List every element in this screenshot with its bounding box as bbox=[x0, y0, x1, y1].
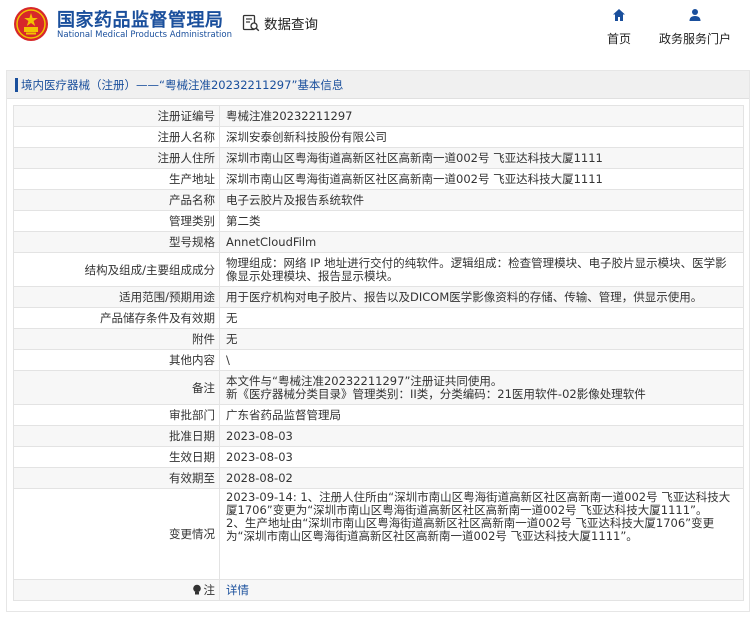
table-row: 结构及组成/主要组成成分 物理组成：网络 IP 地址进行交付的纯软件。逻辑组成：… bbox=[14, 253, 744, 287]
row-label: 批准日期 bbox=[14, 426, 220, 446]
detail-panel: 境内医疗器械（注册）——“粤械注准20232211297”基本信息 注册证编号 … bbox=[6, 70, 750, 612]
row-value: 电子云胶片及报告系统软件 bbox=[220, 190, 744, 210]
user-icon bbox=[689, 9, 701, 21]
row-label: 注册证编号 bbox=[14, 106, 220, 126]
row-label: 型号规格 bbox=[14, 232, 220, 252]
row-value: 深圳市南山区粤海街道高新区社区高新南一道002号 飞亚达科技大厦1111 bbox=[220, 169, 744, 189]
row-label: 有效期至 bbox=[14, 468, 220, 488]
row-value: AnnetCloudFilm bbox=[220, 232, 744, 252]
data-query-label: 数据查询 bbox=[264, 17, 318, 33]
row-value: 详情 bbox=[220, 580, 744, 600]
note-label: 注 bbox=[203, 583, 216, 597]
row-value: 无 bbox=[220, 308, 744, 328]
row-label: 变更情况 bbox=[14, 489, 220, 579]
change-line: 2023-09-14: 1、注册人住所由“深圳市南山区粤海街道高新区社区高新南一… bbox=[226, 490, 731, 517]
row-value: 物理组成：网络 IP 地址进行交付的纯软件。逻辑组成：检查管理模块、电子胶片显示… bbox=[220, 253, 744, 286]
row-value: 深圳安泰创新科技股份有限公司 bbox=[220, 127, 744, 147]
table-row: 生效日期 2023-08-03 bbox=[14, 447, 744, 468]
table-row: 审批部门 广东省药品监督管理局 bbox=[14, 405, 744, 426]
nav-home-label: 首页 bbox=[606, 32, 631, 46]
row-value: 2023-08-03 bbox=[220, 447, 744, 467]
remark-line: 新《医疗器械分类目录》管理类别：II类，分类编码：21医用软件-02影像处理软件 bbox=[226, 386, 646, 401]
site-title-en: National Medical Products Administration bbox=[57, 30, 232, 40]
national-emblem-icon bbox=[14, 7, 48, 41]
table-row: 备注 本文件与“粤械注准20232211297”注册证共同使用。 新《医疗器械分… bbox=[14, 371, 744, 405]
row-value: 2023-09-14: 1、注册人住所由“深圳市南山区粤海街道高新区社区高新南一… bbox=[220, 489, 744, 579]
table-row: 有效期至 2028-08-02 bbox=[14, 468, 744, 489]
table-row: 注册人名称 深圳安泰创新科技股份有限公司 bbox=[14, 127, 744, 148]
nav-home[interactable]: 首页 bbox=[601, 8, 637, 47]
row-value: 2028-08-02 bbox=[220, 468, 744, 488]
row-label: 生效日期 bbox=[14, 447, 220, 467]
table-row: 变更情况 2023-09-14: 1、注册人住所由“深圳市南山区粤海街道高新区社… bbox=[14, 489, 744, 580]
row-value: 2023-08-03 bbox=[220, 426, 744, 446]
home-icon bbox=[613, 9, 625, 21]
row-value: 无 bbox=[220, 329, 744, 349]
panel-title-bar: 境内医疗器械（注册）——“粤械注准20232211297”基本信息 bbox=[7, 71, 749, 99]
table-row: 注册人住所 深圳市南山区粤海街道高新区社区高新南一道002号 飞亚达科技大厦11… bbox=[14, 148, 744, 169]
table-row: 管理类别 第二类 bbox=[14, 211, 744, 232]
change-line: 2、生产地址由“深圳市南山区粤海街道高新区社区高新南一道002号 飞亚达科技大厦… bbox=[226, 516, 715, 543]
row-value: 本文件与“粤械注准20232211297”注册证共同使用。 新《医疗器械分类目录… bbox=[220, 371, 744, 404]
table-row: 型号规格 AnnetCloudFilm bbox=[14, 232, 744, 253]
row-label: 审批部门 bbox=[14, 405, 220, 425]
panel-title: 境内医疗器械（注册）——“粤械注准20232211297”基本信息 bbox=[21, 77, 344, 92]
lightbulb-icon bbox=[192, 584, 201, 595]
row-value: 粤械注准20232211297 bbox=[220, 106, 744, 126]
row-label: 注 bbox=[14, 580, 220, 600]
table-row: 批准日期 2023-08-03 bbox=[14, 426, 744, 447]
table-row: 注 详情 bbox=[14, 580, 744, 601]
table-row: 生产地址 深圳市南山区粤海街道高新区社区高新南一道002号 飞亚达科技大厦111… bbox=[14, 169, 744, 190]
row-label: 生产地址 bbox=[14, 169, 220, 189]
site-title: 国家药品监督管理局 bbox=[57, 10, 224, 31]
row-label: 注册人名称 bbox=[14, 127, 220, 147]
row-label: 管理类别 bbox=[14, 211, 220, 231]
row-value: 深圳市南山区粤海街道高新区社区高新南一道002号 飞亚达科技大厦1111 bbox=[220, 148, 744, 168]
nav-government-services[interactable]: 政务服务门户 bbox=[655, 8, 735, 47]
site-header: 国家药品监督管理局 National Medical Products Admi… bbox=[0, 0, 752, 54]
row-value: 用于医疗机构对电子胶片、报告以及DICOM医学影像资料的存储、传输、管理，供显示… bbox=[220, 287, 744, 307]
row-label: 适用范围/预期用途 bbox=[14, 287, 220, 307]
table-row: 注册证编号 粤械注准20232211297 bbox=[14, 106, 744, 127]
row-label: 产品名称 bbox=[14, 190, 220, 210]
data-query-link[interactable]: 数据查询 bbox=[242, 13, 318, 33]
detail-table: 注册证编号 粤械注准20232211297 注册人名称 深圳安泰创新科技股份有限… bbox=[13, 105, 744, 601]
table-row: 产品名称 电子云胶片及报告系统软件 bbox=[14, 190, 744, 211]
row-label: 注册人住所 bbox=[14, 148, 220, 168]
row-value: 第二类 bbox=[220, 211, 744, 231]
row-label: 备注 bbox=[14, 371, 220, 404]
row-label: 其他内容 bbox=[14, 350, 220, 370]
table-row: 适用范围/预期用途 用于医疗机构对电子胶片、报告以及DICOM医学影像资料的存储… bbox=[14, 287, 744, 308]
row-label: 结构及组成/主要组成成分 bbox=[14, 253, 220, 286]
row-label: 产品储存条件及有效期 bbox=[14, 308, 220, 328]
table-row: 附件 无 bbox=[14, 329, 744, 350]
detail-link[interactable]: 详情 bbox=[226, 583, 249, 597]
nav-government-services-label: 政务服务门户 bbox=[658, 32, 731, 46]
row-value: 广东省药品监督管理局 bbox=[220, 405, 744, 425]
data-query-icon bbox=[242, 14, 260, 32]
table-row: 产品储存条件及有效期 无 bbox=[14, 308, 744, 329]
row-value: \ bbox=[220, 350, 744, 370]
remark-line: 本文件与“粤械注准20232211297”注册证共同使用。 bbox=[226, 373, 503, 388]
row-label: 附件 bbox=[14, 329, 220, 349]
table-row: 其他内容 \ bbox=[14, 350, 744, 371]
title-marker bbox=[15, 77, 18, 92]
